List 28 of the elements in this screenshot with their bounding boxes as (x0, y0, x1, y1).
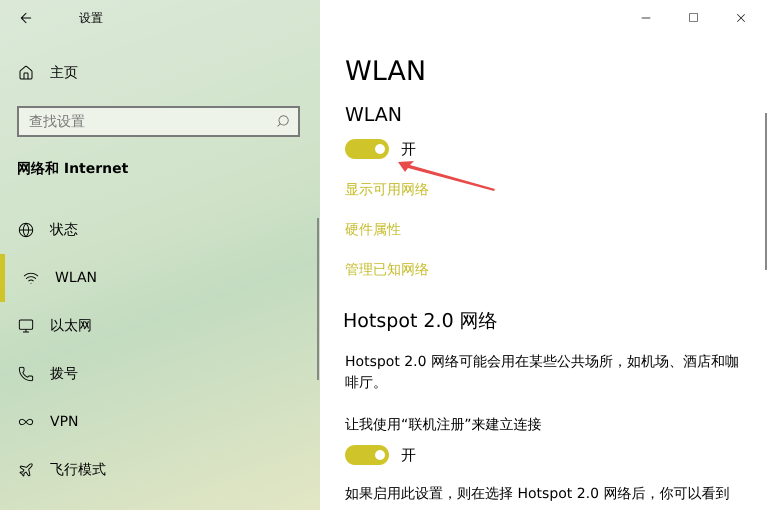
globe-icon (18, 222, 34, 238)
option-label: 让我使用“联机注册”来建立连接 (345, 416, 543, 434)
section-heading: WLAN (345, 103, 404, 128)
maximize-icon[interactable] (688, 12, 699, 23)
toggle-label: 开 (401, 138, 416, 160)
section-heading: Hotspot 2.0 网络 (343, 309, 499, 334)
description-text: 如果启用此设置，则在选择 Hotspot 2.0 网络后，你可以看到 (345, 485, 730, 504)
page-title: WLAN (345, 55, 428, 89)
nav-item[interactable]: 状态 (0, 206, 317, 254)
monitor-icon (18, 318, 34, 334)
description-text: Hotspot 2.0 网络可能会用在某些公共场所，如机场、酒店和咖啡厅。 (345, 352, 740, 392)
nav-item[interactable]: 飞行模式 (0, 446, 317, 494)
search-field[interactable]: 查找设置 (17, 106, 300, 137)
airplane-icon (18, 462, 34, 478)
nav-item[interactable]: 拨号 (0, 350, 317, 398)
scrollbar[interactable] (317, 218, 319, 380)
home-icon[interactable] (18, 65, 34, 81)
nav-item[interactable]: 以太网 (0, 302, 317, 350)
window-title: 设置 (79, 10, 103, 26)
home-link[interactable]: 主页 (50, 62, 78, 84)
toggle-switch[interactable] (345, 138, 389, 159)
nav-item[interactable]: VPN (0, 398, 317, 446)
toggle-switch[interactable] (345, 444, 389, 465)
section-heading: 网络和 Internet (16, 160, 130, 179)
phone-icon (18, 366, 34, 382)
toggle-label: 开 (401, 444, 416, 466)
search-icon[interactable] (276, 114, 290, 128)
scrollbar[interactable] (765, 113, 767, 270)
